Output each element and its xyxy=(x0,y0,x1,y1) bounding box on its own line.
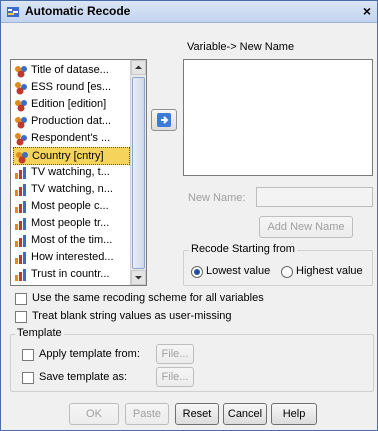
ordinal-icon xyxy=(14,132,28,146)
variable-newname-list[interactable] xyxy=(183,59,373,176)
list-item-label: Most of the tim... xyxy=(31,234,113,246)
arrow-right-icon xyxy=(157,113,171,127)
recode-start-title: Recode Starting from xyxy=(189,243,297,255)
save-template-label[interactable]: Save template as: xyxy=(39,371,127,383)
treat-blank-label[interactable]: Treat blank string values as user-missin… xyxy=(32,310,232,322)
scroll-thumb[interactable] xyxy=(132,77,145,269)
list-item[interactable]: Title of datase... xyxy=(13,62,130,80)
reset-button[interactable]: Reset xyxy=(175,403,219,425)
help-button[interactable]: Help xyxy=(271,403,317,425)
list-item[interactable]: ESS round [es... xyxy=(13,79,130,97)
list-scrollbar[interactable] xyxy=(130,60,146,285)
new-name-input[interactable] xyxy=(256,187,373,207)
list-item[interactable]: Country [cntry] xyxy=(13,147,130,165)
new-name-label: New Name: xyxy=(188,192,246,204)
list-item-label: Country [cntry] xyxy=(32,150,104,162)
list-item-label: Title of datase... xyxy=(31,64,109,76)
scale-icon xyxy=(14,166,28,180)
list-item-label: TV watching, t... xyxy=(31,166,110,178)
variable-newname-header: Variable-> New Name xyxy=(187,41,295,53)
list-item[interactable]: How interested... xyxy=(13,249,130,267)
template-title: Template xyxy=(15,327,64,339)
scale-icon xyxy=(14,234,28,248)
apply-template-checkbox[interactable] xyxy=(22,349,34,361)
nominal-icon xyxy=(14,64,28,78)
list-item[interactable]: Production dat... xyxy=(13,113,130,131)
source-variable-list[interactable]: Title of datase... ESS round [es... Editio… xyxy=(10,59,147,286)
list-item[interactable]: Trust in countr... xyxy=(13,266,130,284)
ok-button[interactable]: OK xyxy=(69,403,119,425)
list-item-label: Respondent's ... xyxy=(31,132,111,144)
list-item[interactable]: TV watching, t... xyxy=(13,164,130,182)
same-scheme-checkbox[interactable] xyxy=(15,293,27,305)
list-item[interactable]: Most people c... xyxy=(13,198,130,216)
nominal-icon xyxy=(14,98,28,112)
list-item-label: Production dat... xyxy=(31,115,112,127)
list-item[interactable]: TV watching, n... xyxy=(13,181,130,199)
apply-template-label[interactable]: Apply template from: xyxy=(39,348,140,360)
cancel-button[interactable]: Cancel xyxy=(223,403,267,425)
save-file-button[interactable]: File... xyxy=(156,367,194,387)
lowest-value-label[interactable]: Lowest value xyxy=(206,265,270,277)
list-item-label: How interested... xyxy=(31,251,114,263)
treat-blank-checkbox[interactable] xyxy=(15,311,27,323)
scale-icon xyxy=(14,217,28,231)
window-title: Automatic Recode xyxy=(25,4,131,18)
scale-icon xyxy=(14,183,28,197)
scroll-up-icon[interactable] xyxy=(131,60,146,75)
list-item[interactable]: Most people tr... xyxy=(13,215,130,233)
list-item-label: Trust in countr... xyxy=(31,268,110,280)
ordinal-icon xyxy=(14,81,28,95)
title-bar: Automatic Recode × xyxy=(1,1,377,23)
nominal-icon xyxy=(15,150,29,164)
list-item-label: Edition [edition] xyxy=(31,98,107,110)
lowest-value-radio[interactable] xyxy=(191,266,203,278)
list-item[interactable]: Respondent's ... xyxy=(13,130,130,148)
same-scheme-label[interactable]: Use the same recoding scheme for all var… xyxy=(32,292,264,304)
highest-value-label[interactable]: Highest value xyxy=(296,265,363,277)
app-icon xyxy=(7,7,19,17)
paste-button[interactable]: Paste xyxy=(125,403,169,425)
list-item-label: ESS round [es... xyxy=(31,81,112,93)
apply-file-button[interactable]: File... xyxy=(156,344,194,364)
list-item-label: Most people c... xyxy=(31,200,109,212)
close-icon[interactable]: × xyxy=(363,3,371,19)
list-item-label: Most people tr... xyxy=(31,217,110,229)
scroll-down-icon[interactable] xyxy=(131,270,146,285)
highest-value-radio[interactable] xyxy=(281,266,293,278)
save-template-checkbox[interactable] xyxy=(22,372,34,384)
scale-icon xyxy=(14,200,28,214)
list-item[interactable]: Edition [edition] xyxy=(13,96,130,114)
automatic-recode-dialog: Automatic Recode × Title of datase... ESS… xyxy=(0,0,378,431)
nominal-icon xyxy=(14,115,28,129)
add-new-name-button[interactable]: Add New Name xyxy=(259,216,353,238)
scale-icon xyxy=(14,268,28,282)
move-right-button[interactable] xyxy=(151,109,177,131)
scale-icon xyxy=(14,251,28,265)
list-item[interactable]: Most of the tim... xyxy=(13,232,130,250)
list-item-label: TV watching, n... xyxy=(31,183,113,195)
